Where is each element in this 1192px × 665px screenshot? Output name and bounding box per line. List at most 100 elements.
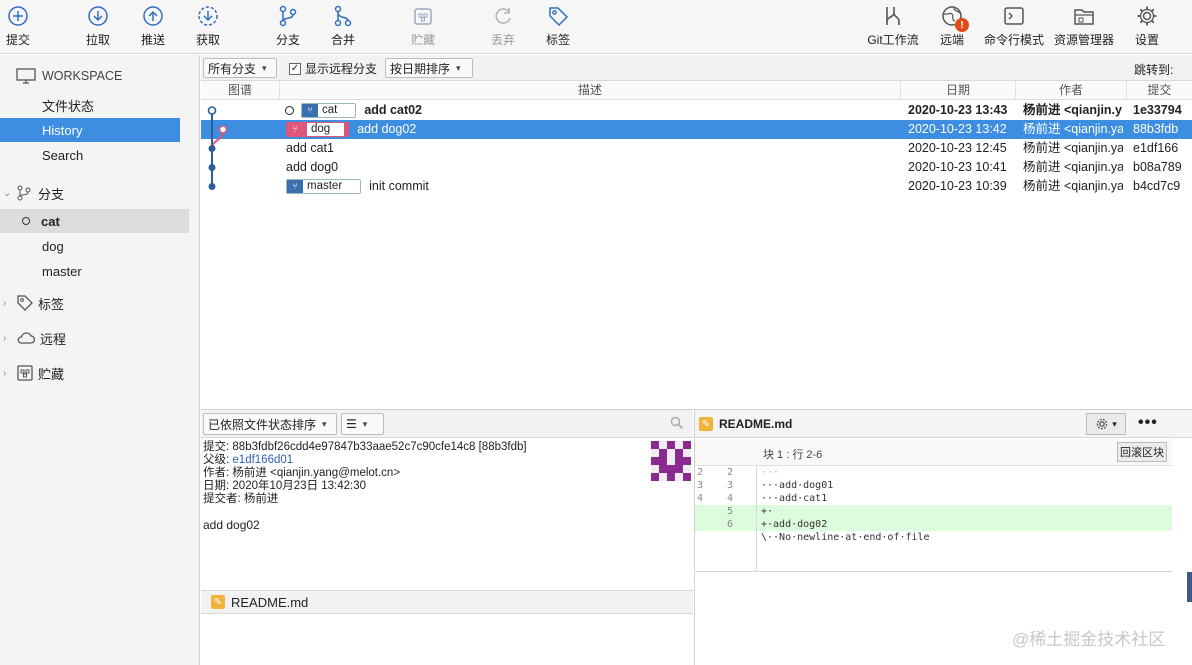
search-icon[interactable] — [670, 416, 684, 430]
push-button[interactable]: 推送 — [137, 2, 169, 52]
commit-message: add dog0 — [286, 160, 339, 174]
sidebar: WORKSPACE 文件状态 History Search ⌄ 分支 cat d… — [0, 55, 200, 665]
branch-button[interactable]: 分支 — [272, 2, 304, 52]
commit-row[interactable]: add dog0 2020-10-23 10:41 杨前进 <qianjin.y… — [201, 158, 1192, 177]
file-sort-value: 已依照文件状态排序 — [208, 417, 317, 432]
stash-section-header[interactable]: › 贮藏 — [0, 361, 200, 385]
jump-to-label[interactable]: 跳转到: — [1134, 61, 1173, 78]
graph-node — [208, 183, 216, 190]
show-remote-toggle[interactable]: ✓ 显示远程分支 — [289, 60, 377, 77]
sidebar-item-label: 文件状态 — [42, 98, 95, 114]
sidebar-item-label: Search — [42, 147, 84, 163]
hunk-header: 块 1 : 行 2-6 回滚区块 — [694, 439, 1172, 466]
sidebar-branch-dog[interactable]: dog — [0, 234, 200, 258]
sidebar-branch-cat[interactable]: cat — [0, 209, 189, 233]
sidebar-item-history[interactable]: History — [0, 118, 180, 142]
git-flow-button[interactable]: Git工作流 — [866, 2, 920, 52]
changed-file-row[interactable]: ✎ README.md — [201, 590, 693, 614]
explorer-button[interactable]: 资源管理器 — [1054, 2, 1114, 52]
diff-header: ✎ README.md ▾ ••• — [694, 409, 1192, 438]
column-commit[interactable]: 提交 — [1127, 81, 1192, 100]
sidebar-item-file-status[interactable]: 文件状态 — [0, 93, 200, 117]
column-graph[interactable]: 图谱 — [201, 81, 280, 100]
checkbox-checked-icon[interactable]: ✓ — [289, 62, 301, 75]
new-line-number: 6 — [727, 519, 734, 530]
tags-section-label: 标签 — [38, 296, 65, 312]
remote-button[interactable]: ! 远端 — [937, 2, 969, 52]
branch-tag-label: master — [307, 180, 343, 193]
column-author[interactable]: 作者 — [1016, 81, 1127, 100]
chevron-down-icon: ▾ — [362, 418, 368, 429]
diff-line-text: +·add·dog02 — [761, 519, 828, 530]
stash-button[interactable]: 贮藏 — [407, 2, 439, 52]
detail-value: 2020年10月23日 13:42:30 — [232, 480, 367, 492]
discard-label: 丢弃 — [490, 33, 515, 47]
commit-hash: 1e33794 — [1133, 103, 1182, 117]
show-remote-label: 显示远程分支 — [305, 62, 378, 76]
column-date[interactable]: 日期 — [901, 81, 1016, 100]
commit-button[interactable]: 提交 — [2, 2, 34, 52]
discard-button[interactable]: 丢弃 — [487, 2, 519, 52]
sort-dropdown[interactable]: 按日期排序 ▾ — [385, 58, 473, 78]
revert-hunk-button[interactable]: 回滚区块 — [1117, 442, 1167, 462]
view-mode-dropdown[interactable]: ☰ ▾ — [341, 413, 384, 435]
chevron-down-icon: ▾ — [456, 62, 461, 73]
branches-dropdown[interactable]: 所有分支 ▾ — [203, 58, 277, 78]
commit-message: add dog02 — [357, 122, 417, 136]
detail-date: 日期: 2020年10月23日 13:42:30 — [203, 480, 691, 493]
settings-button[interactable]: 设置 — [1133, 2, 1161, 52]
tags-section-header[interactable]: › 标签 — [0, 291, 200, 315]
explorer-folder-icon — [1071, 2, 1097, 30]
sidebar-item-search[interactable]: Search — [0, 143, 200, 167]
diff-line-text: ···add·cat1 — [761, 493, 828, 504]
git-flow-label: Git工作流 — [867, 33, 919, 47]
commit-author: 杨前进 <qianjin.y — [1023, 103, 1122, 117]
commit-details: 提交: 88b3fdbf26cdd4e97847b33aae52c7c90cfe… — [201, 439, 693, 587]
graph-node — [207, 106, 217, 115]
branch-icon — [16, 185, 32, 201]
graph-node — [218, 125, 228, 134]
column-description[interactable]: 描述 — [280, 81, 901, 100]
stash-icon — [16, 364, 34, 382]
fetch-label: 获取 — [195, 33, 220, 47]
avatar — [651, 441, 691, 481]
sidebar-branch-master[interactable]: master — [0, 259, 200, 283]
branches-section-header[interactable]: ⌄ 分支 — [0, 181, 200, 205]
pull-button[interactable]: 拉取 — [82, 2, 114, 52]
commit-message: add cat1 — [286, 141, 334, 155]
diff-line-text: \··No·newline·at·end·of·file — [761, 532, 930, 543]
diff-gutter-divider — [756, 466, 757, 572]
diff-line: 2 2 ··· — [695, 466, 1172, 479]
commit-message-body: add dog02 — [203, 518, 260, 532]
chevron-down-icon: ▾ — [262, 62, 267, 73]
diff-empty-area — [694, 572, 1192, 665]
commit-message: init commit — [369, 179, 429, 193]
scrollbar[interactable] — [1187, 572, 1192, 602]
detail-label: 父级: — [203, 454, 230, 466]
chevron-right-icon: › — [3, 367, 7, 379]
merge-label: 合并 — [330, 33, 355, 47]
parent-commit-link[interactable]: e1df166d01 — [232, 454, 293, 466]
terminal-button[interactable]: 命令行模式 — [984, 2, 1044, 52]
commit-row[interactable]: add cat1 2020-10-23 12:45 杨前进 <qianjin.y… — [201, 139, 1192, 158]
commit-row[interactable]: ⑂ cat add cat02 2020-10-23 13:43 杨前进 <qian… — [201, 101, 1192, 120]
modified-file-icon: ✎ — [211, 595, 225, 609]
branch-icon — [275, 2, 301, 30]
file-sort-dropdown[interactable]: 已依照文件状态排序 ▾ — [203, 413, 337, 435]
detail-label: 作者: — [203, 467, 230, 479]
merge-button[interactable]: 合并 — [327, 2, 359, 52]
more-options-icon[interactable]: ••• — [1138, 414, 1158, 432]
branch-icon: ⑂ — [287, 180, 303, 194]
fetch-button[interactable]: 获取 — [192, 2, 224, 52]
commit-row-selected[interactable]: ⑂ dog add dog02 2020-10-23 13:42 杨前进 <qian… — [201, 120, 1192, 139]
diff-options-button[interactable]: ▾ — [1086, 413, 1126, 435]
terminal-label: 命令行模式 — [984, 33, 1045, 47]
detail-committer: 提交者: 杨前进 — [203, 493, 691, 506]
discard-icon — [490, 2, 516, 30]
remotes-section-header[interactable]: › 远程 — [0, 326, 200, 350]
detail-commit: 提交: 88b3fdbf26cdd4e97847b33aae52c7c90cfe… — [203, 441, 691, 454]
tag-button[interactable]: 标签 — [542, 2, 574, 52]
commit-message: add cat02 — [364, 103, 423, 117]
changed-file-name: README.md — [231, 594, 309, 610]
commit-row[interactable]: ⑂ master init commit 2020-10-23 10:39 杨前进 … — [201, 177, 1192, 196]
